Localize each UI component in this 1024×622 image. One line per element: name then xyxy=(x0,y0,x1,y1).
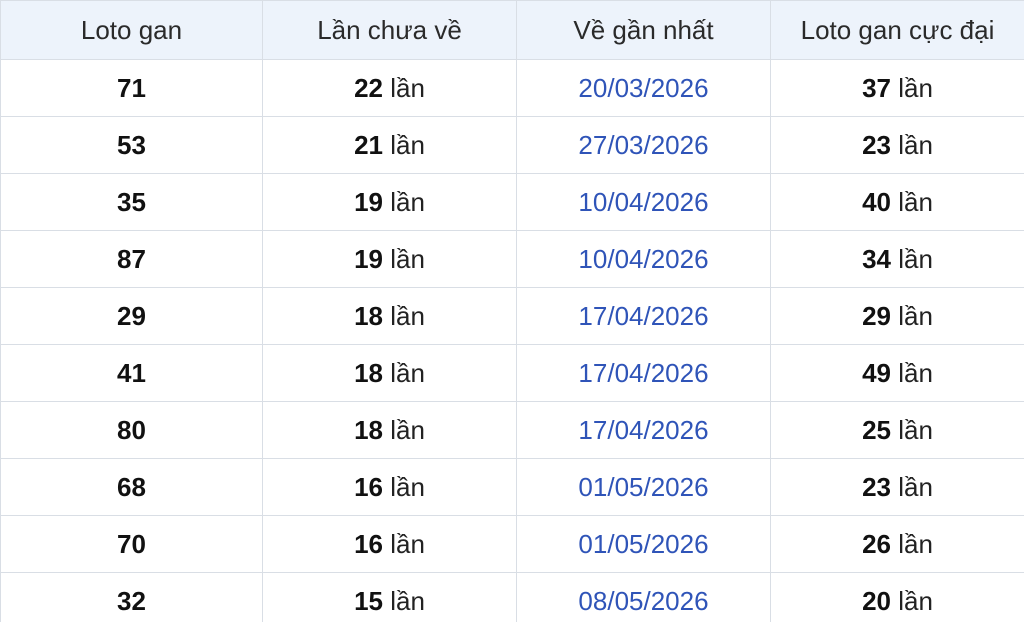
max-gan-value: 26 xyxy=(862,528,891,559)
unit-label: lần xyxy=(898,357,933,388)
table-row: 87 19 lần 10/04/2026 34 lần xyxy=(0,230,1024,288)
unit-label: lần xyxy=(898,528,933,559)
last-date-link[interactable]: 01/05/2026 xyxy=(516,515,771,573)
max-gan-value: 40 xyxy=(862,186,891,217)
missing-count-value: 19 xyxy=(354,243,383,274)
unit-label: lần xyxy=(898,243,933,274)
max-gan-value: 25 xyxy=(862,414,891,445)
max-gan: 40 lần xyxy=(770,173,1024,231)
max-gan: 23 lần xyxy=(770,116,1024,174)
unit-label: lần xyxy=(390,471,425,502)
header-ve-gan-nhat: Về gần nhất xyxy=(516,0,771,60)
loto-number: 29 xyxy=(0,287,263,345)
header-loto-gan-cuc-dai: Loto gan cực đại xyxy=(770,0,1024,60)
max-gan: 23 lần xyxy=(770,458,1024,516)
unit-label: lần xyxy=(898,585,933,616)
unit-label: lần xyxy=(898,186,933,217)
missing-count: 15 lần xyxy=(262,572,517,622)
missing-count: 18 lần xyxy=(262,344,517,402)
last-date-link[interactable]: 17/04/2026 xyxy=(516,344,771,402)
last-date-link[interactable]: 17/04/2026 xyxy=(516,401,771,459)
header-lan-chua-ve: Lần chưa về xyxy=(262,0,517,60)
missing-count: 18 lần xyxy=(262,287,517,345)
missing-count: 19 lần xyxy=(262,230,517,288)
table-row: 35 19 lần 10/04/2026 40 lần xyxy=(0,173,1024,231)
missing-count: 22 lần xyxy=(262,59,517,117)
max-gan-value: 20 xyxy=(862,585,891,616)
loto-number: 87 xyxy=(0,230,263,288)
last-date-link[interactable]: 27/03/2026 xyxy=(516,116,771,174)
last-date-link[interactable]: 10/04/2026 xyxy=(516,173,771,231)
loto-gan-table-container: Loto gan Lần chưa về Về gần nhất Loto ga… xyxy=(0,0,1024,622)
loto-number: 35 xyxy=(0,173,263,231)
missing-count: 16 lần xyxy=(262,458,517,516)
table-header: Loto gan Lần chưa về Về gần nhất Loto ga… xyxy=(0,0,1024,60)
unit-label: lần xyxy=(390,300,425,331)
missing-count: 21 lần xyxy=(262,116,517,174)
unit-label: lần xyxy=(390,243,425,274)
missing-count-value: 18 xyxy=(354,357,383,388)
missing-count-value: 16 xyxy=(354,528,383,559)
last-date-link[interactable]: 20/03/2026 xyxy=(516,59,771,117)
unit-label: lần xyxy=(390,585,425,616)
table-row: 29 18 lần 17/04/2026 29 lần xyxy=(0,287,1024,345)
max-gan-value: 49 xyxy=(862,357,891,388)
loto-number: 32 xyxy=(0,572,263,622)
missing-count-value: 19 xyxy=(354,186,383,217)
unit-label: lần xyxy=(390,72,425,103)
max-gan-value: 34 xyxy=(862,243,891,274)
unit-label: lần xyxy=(898,300,933,331)
header-row: Loto gan Lần chưa về Về gần nhất Loto ga… xyxy=(0,0,1024,60)
max-gan-value: 37 xyxy=(862,72,891,103)
table-row: 71 22 lần 20/03/2026 37 lần xyxy=(0,59,1024,117)
max-gan: 37 lần xyxy=(770,59,1024,117)
unit-label: lần xyxy=(898,72,933,103)
loto-number: 80 xyxy=(0,401,263,459)
unit-label: lần xyxy=(898,471,933,502)
max-gan: 26 lần xyxy=(770,515,1024,573)
loto-number: 68 xyxy=(0,458,263,516)
missing-count: 19 lần xyxy=(262,173,517,231)
unit-label: lần xyxy=(390,129,425,160)
loto-number: 70 xyxy=(0,515,263,573)
missing-count-value: 22 xyxy=(354,72,383,103)
missing-count-value: 21 xyxy=(354,129,383,160)
loto-gan-table: Loto gan Lần chưa về Về gần nhất Loto ga… xyxy=(0,0,1024,622)
table-row: 68 16 lần 01/05/2026 23 lần xyxy=(0,458,1024,516)
missing-count: 18 lần xyxy=(262,401,517,459)
table-row: 70 16 lần 01/05/2026 26 lần xyxy=(0,515,1024,573)
missing-count-value: 18 xyxy=(354,414,383,445)
max-gan: 25 lần xyxy=(770,401,1024,459)
missing-count: 16 lần xyxy=(262,515,517,573)
loto-number: 53 xyxy=(0,116,263,174)
last-date-link[interactable]: 01/05/2026 xyxy=(516,458,771,516)
max-gan: 29 lần xyxy=(770,287,1024,345)
last-date-link[interactable]: 10/04/2026 xyxy=(516,230,771,288)
loto-number: 41 xyxy=(0,344,263,402)
missing-count-value: 18 xyxy=(354,300,383,331)
unit-label: lần xyxy=(390,186,425,217)
table-body: 71 22 lần 20/03/2026 37 lần 53 21 lần 27… xyxy=(0,59,1024,622)
table-row: 41 18 lần 17/04/2026 49 lần xyxy=(0,344,1024,402)
unit-label: lần xyxy=(390,528,425,559)
missing-count-value: 15 xyxy=(354,585,383,616)
last-date-link[interactable]: 17/04/2026 xyxy=(516,287,771,345)
header-loto-gan: Loto gan xyxy=(0,0,263,60)
max-gan-value: 23 xyxy=(862,471,891,502)
table-row: 80 18 lần 17/04/2026 25 lần xyxy=(0,401,1024,459)
table-row: 32 15 lần 08/05/2026 20 lần xyxy=(0,572,1024,622)
unit-label: lần xyxy=(390,414,425,445)
unit-label: lần xyxy=(898,129,933,160)
table-row: 53 21 lần 27/03/2026 23 lần xyxy=(0,116,1024,174)
max-gan: 20 lần xyxy=(770,572,1024,622)
missing-count-value: 16 xyxy=(354,471,383,502)
max-gan: 49 lần xyxy=(770,344,1024,402)
max-gan-value: 23 xyxy=(862,129,891,160)
unit-label: lần xyxy=(390,357,425,388)
loto-number: 71 xyxy=(0,59,263,117)
max-gan: 34 lần xyxy=(770,230,1024,288)
last-date-link[interactable]: 08/05/2026 xyxy=(516,572,771,622)
max-gan-value: 29 xyxy=(862,300,891,331)
unit-label: lần xyxy=(898,414,933,445)
